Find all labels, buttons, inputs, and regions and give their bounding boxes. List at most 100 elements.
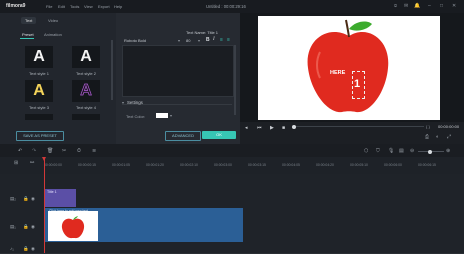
menu-view[interactable]: View [84, 4, 93, 9]
eye-icon[interactable]: ◉ [31, 224, 35, 230]
title-clip-label: Title 1 [47, 190, 57, 194]
preview-progress-track[interactable] [294, 126, 424, 127]
settings-toggle-icon[interactable]: ▾ [122, 100, 124, 105]
mix-icon[interactable]: ▤ [399, 148, 404, 154]
text-style-6-thumb[interactable] [72, 114, 100, 120]
ruler-tick: 00:00:03:00 [214, 163, 232, 167]
zoom-in-icon[interactable]: ⊕ [446, 148, 450, 154]
ruler-tick: 00:00:06:00 [384, 163, 402, 167]
track-row-audio [0, 243, 464, 254]
ruler-tick: 00:00:04:05 [282, 163, 300, 167]
stop-icon[interactable]: ■ [282, 125, 285, 131]
close-icon[interactable]: ✕ [452, 3, 456, 9]
text-style-4-label: Text style 4 [75, 105, 96, 110]
menu-edit[interactable]: Edit [58, 4, 65, 9]
chevron-down-icon[interactable]: ▾ [170, 113, 172, 118]
text-style-3-thumb[interactable]: A [25, 80, 53, 102]
ruler-tick: 00:00:04:20 [316, 163, 334, 167]
active-subtab-underline [20, 38, 34, 39]
text-style-1-thumb[interactable]: A [25, 46, 53, 68]
track-row-empty [0, 174, 464, 189]
maximize-icon[interactable]: □ [440, 3, 443, 9]
track-2-icon: ▤₂ [10, 196, 16, 201]
text-style-5-thumb[interactable] [25, 114, 53, 120]
ruler-tick: 00:00:03:15 [248, 163, 266, 167]
voiceover-icon[interactable]: 🎙 [388, 148, 394, 154]
zoom-out-icon[interactable]: ⊖ [410, 148, 414, 154]
settings-heading: Settings [127, 100, 143, 105]
ruler-tick: 00:00:00:15 [78, 163, 96, 167]
lock-icon[interactable]: 🔒 [23, 196, 29, 202]
eye-icon[interactable]: ◉ [31, 196, 35, 202]
font-dropdown[interactable]: Roboto Bold [124, 38, 146, 43]
tab-text[interactable]: Text [21, 17, 37, 24]
text-entry-box[interactable] [122, 45, 234, 97]
align-right-icon[interactable]: ≡ [227, 37, 230, 43]
feedback-icon[interactable]: ✉ [404, 3, 408, 9]
editor-scrollbar[interactable] [234, 45, 236, 115]
subtab-animation[interactable]: Animation [44, 32, 62, 37]
step-back-icon[interactable]: ⏮ [257, 125, 262, 131]
preview-number-text[interactable]: 1 [354, 78, 360, 90]
speaker-icon[interactable]: ◉ [31, 246, 35, 252]
subtab-preset[interactable]: Preset [22, 32, 34, 37]
app-logo: filmora9 [6, 3, 26, 9]
timecode-display: 00:00:00:00 [438, 124, 460, 129]
ruler-tick: 00:00:00:00 [44, 163, 62, 167]
link-icon[interactable]: ⚯ [30, 160, 34, 166]
save-as-preset-button[interactable]: SAVE AS PRESET [16, 131, 64, 141]
fullscreen-icon[interactable]: ⤢ [447, 134, 451, 140]
volume-icon[interactable]: ◐ [436, 134, 439, 140]
video-clip-thumbnail [48, 211, 98, 241]
ok-button[interactable]: OK [202, 131, 236, 139]
library-scrollbar[interactable] [111, 40, 113, 100]
italic-icon[interactable]: I [213, 37, 215, 42]
cut-icon[interactable]: ✂ [62, 148, 66, 154]
redo-icon[interactable]: ↷ [32, 148, 36, 154]
preview-progress-handle[interactable] [292, 124, 296, 129]
menu-export[interactable]: Export [98, 4, 110, 9]
align-icon[interactable]: ≡ [220, 37, 223, 43]
text-style-3-label: Text style 3 [28, 105, 49, 110]
minimize-icon[interactable]: – [428, 3, 431, 9]
marker-icon[interactable]: ⛉ [376, 148, 380, 154]
add-track-icon[interactable]: ⊞ [14, 160, 18, 166]
text-style-2-label: Text style 2 [75, 71, 96, 76]
chevron-down-icon[interactable]: ▾ [178, 38, 180, 43]
preview-overlay-text: HERE [330, 70, 346, 76]
zoom-slider-handle[interactable] [428, 149, 432, 154]
bold-icon[interactable]: B [206, 37, 210, 43]
notification-icon[interactable]: 🔔 [414, 3, 420, 9]
playhead[interactable] [44, 157, 45, 253]
render-icon[interactable]: ⬡ [364, 148, 368, 154]
bracket-icon[interactable]: { } [426, 124, 430, 129]
text-style-2-thumb[interactable]: A [72, 46, 100, 68]
playhead-handle[interactable] [42, 157, 46, 161]
undo-icon[interactable]: ↶ [18, 148, 22, 154]
snapshot-icon[interactable]: ⎙ [425, 134, 429, 140]
speed-icon[interactable]: ⏱ [77, 148, 81, 154]
menu-help[interactable]: Help [114, 4, 122, 9]
tab-video[interactable]: Video [48, 18, 58, 23]
apple-thumb-image [61, 216, 85, 239]
timeline-toolbar [0, 144, 464, 158]
preview-canvas[interactable] [258, 16, 440, 120]
font-size-dropdown[interactable]: 80 [186, 38, 190, 43]
track-1-icon: ▤₁ [10, 224, 16, 229]
ruler-tick: 00:00:02:10 [180, 163, 198, 167]
text-color-swatch[interactable] [156, 113, 168, 118]
text-style-4-thumb[interactable]: A [72, 80, 100, 102]
chevron-down-icon[interactable]: ▾ [198, 38, 200, 43]
text-name-label: Text Name: Title 1 [186, 30, 219, 35]
play-icon[interactable]: ▶ [270, 125, 274, 131]
skip-back-icon[interactable]: ◂ [245, 125, 248, 131]
lock-icon[interactable]: 🔒 [23, 246, 29, 252]
user-icon[interactable]: ⍝ [394, 3, 397, 9]
delete-icon[interactable]: 🗑 [47, 148, 53, 154]
ruler-tick: 00:00:01:20 [146, 163, 164, 167]
menu-file[interactable]: File [46, 4, 52, 9]
audio-mixer-icon[interactable]: ≋ [92, 148, 96, 154]
menu-tools[interactable]: Tools [70, 4, 79, 9]
lock-icon[interactable]: 🔒 [23, 224, 29, 230]
advanced-button[interactable]: ADVANCED [165, 131, 201, 141]
